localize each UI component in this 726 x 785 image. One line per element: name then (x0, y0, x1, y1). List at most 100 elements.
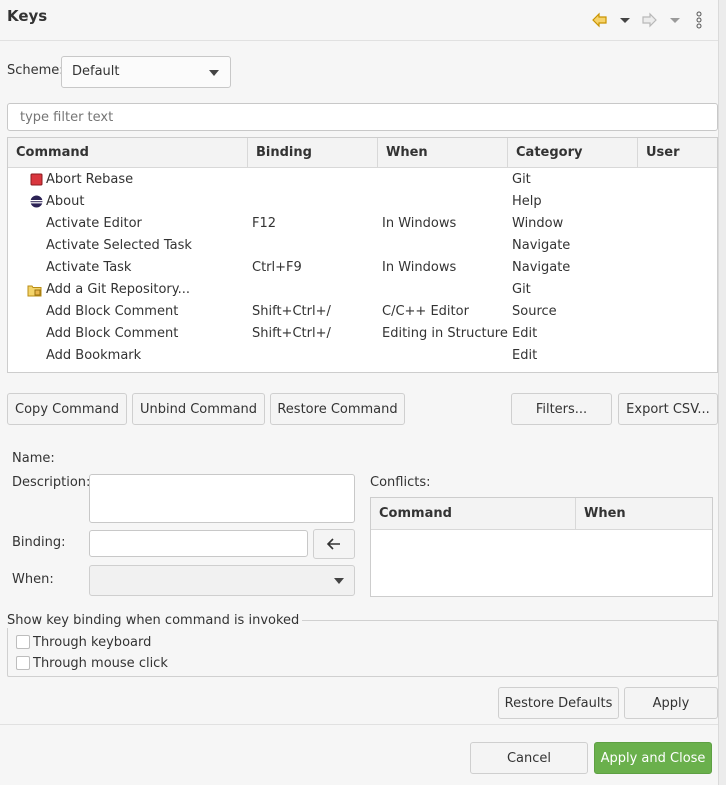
conflicts-table[interactable]: Command When (370, 497, 713, 597)
through-mouse-label[interactable]: Through mouse click (33, 656, 168, 671)
column-header-user[interactable]: User (638, 138, 717, 168)
apply-and-close-button[interactable]: Apply and Close (594, 742, 712, 774)
scheme-value: Default (72, 64, 120, 79)
view-menu-icon[interactable] (694, 11, 704, 29)
cell-binding (252, 235, 376, 257)
cell-command: Add a Git Repository... (46, 282, 190, 297)
footer-divider (0, 724, 726, 725)
table-row[interactable]: Activate Editor F12 In Windows Window (8, 213, 717, 235)
cell-when (382, 169, 508, 191)
conflicts-column-when[interactable]: When (576, 498, 712, 530)
git-stop-icon (30, 173, 43, 186)
restore-command-label: Restore Command (277, 401, 398, 417)
apply-and-close-label: Apply and Close (600, 750, 706, 766)
cell-when: C/C++ Editor (382, 304, 469, 319)
copy-command-label: Copy Command (15, 401, 119, 417)
through-keyboard-label[interactable]: Through keyboard (33, 635, 151, 650)
cell-when (382, 345, 508, 367)
chevron-down-icon (334, 578, 344, 584)
apply-label: Apply (652, 695, 690, 711)
binding-label: Binding: (12, 535, 66, 550)
table-header: Command Binding When Category User (8, 138, 717, 168)
column-header-when[interactable]: When (378, 138, 508, 168)
back-arrow-icon[interactable] (591, 11, 609, 29)
name-label: Name: (12, 451, 55, 466)
cell-binding: Ctrl+F9 (252, 260, 302, 275)
cell-binding: Shift+Ctrl+/ (252, 326, 331, 341)
restore-command-button[interactable]: Restore Command (270, 393, 405, 425)
cell-when (382, 191, 508, 213)
table-row[interactable]: About Help (8, 191, 717, 213)
commands-table[interactable]: Command Binding When Category User Abort… (7, 137, 718, 373)
table-row[interactable]: Activate Task Ctrl+F9 In Windows Navigate (8, 257, 717, 279)
cancel-button[interactable]: Cancel (470, 742, 588, 774)
cell-command: Add Block Comment (46, 326, 179, 341)
cell-when: In Windows (382, 260, 457, 275)
conflicts-label: Conflicts: (370, 475, 431, 490)
cell-when: Editing in Structured (382, 326, 508, 341)
through-mouse-checkbox[interactable] (16, 656, 30, 670)
cell-command: Activate Editor (46, 216, 142, 231)
cell-category: Help (512, 194, 542, 209)
unbind-command-label: Unbind Command (139, 401, 258, 417)
cell-command: About (46, 194, 85, 209)
cell-category: Git (512, 282, 531, 297)
column-header-binding[interactable]: Binding (248, 138, 378, 168)
copy-command-button[interactable]: Copy Command (7, 393, 127, 425)
cell-when (382, 235, 508, 257)
cell-binding: F12 (252, 216, 277, 231)
unbind-command-button[interactable]: Unbind Command (132, 393, 265, 425)
filters-button[interactable]: Filters... (511, 393, 612, 425)
cell-binding (252, 345, 376, 367)
cell-binding (252, 169, 376, 191)
arrow-left-icon (326, 538, 340, 550)
page-title: Keys (7, 7, 48, 25)
restore-defaults-label: Restore Defaults (504, 695, 613, 711)
cell-binding: Shift+Ctrl+/ (252, 304, 331, 319)
cell-binding (252, 191, 376, 213)
cell-category: Edit (512, 348, 538, 363)
binding-input[interactable] (89, 530, 308, 557)
column-header-category[interactable]: Category (508, 138, 638, 168)
cancel-label: Cancel (506, 750, 552, 766)
export-csv-label: Export CSV... (626, 401, 710, 417)
cell-category: Edit (512, 326, 538, 341)
scheme-select[interactable]: Default (61, 56, 231, 88)
when-label: When: (12, 572, 54, 587)
filter-input[interactable] (7, 103, 718, 131)
cell-command: Add Bookmark (46, 348, 142, 363)
cell-command: Abort Rebase (46, 172, 134, 187)
cell-category: Window (512, 216, 564, 231)
table-row[interactable]: Add Bookmark Edit (8, 345, 717, 367)
header-divider (0, 40, 726, 41)
table-row[interactable]: Add Block Comment Shift+Ctrl+/ Editing in … (8, 323, 717, 345)
table-row[interactable]: Activate Selected Task Navigate (8, 235, 717, 257)
restore-defaults-button[interactable]: Restore Defaults (498, 687, 619, 719)
table-row[interactable]: Abort Rebase Git (8, 169, 717, 191)
chevron-down-icon (209, 70, 219, 76)
cell-category: Source (512, 304, 557, 319)
description-field[interactable] (89, 474, 355, 523)
window-edge (718, 0, 726, 785)
cell-when (382, 279, 508, 301)
scheme-label: Scheme: (7, 63, 64, 78)
when-select[interactable] (89, 565, 355, 596)
cell-when: In Windows (382, 216, 457, 231)
cell-category: Git (512, 172, 531, 187)
column-header-command[interactable]: Command (8, 138, 248, 168)
table-row[interactable]: Add a Git Repository... Git (8, 279, 717, 301)
apply-button[interactable]: Apply (624, 687, 718, 719)
export-csv-button[interactable]: Export CSV... (618, 393, 718, 425)
cell-binding (252, 279, 376, 301)
back-menu-chevron-icon[interactable] (619, 14, 631, 26)
through-keyboard-checkbox[interactable] (16, 635, 30, 649)
cell-category: Navigate (512, 238, 571, 253)
binding-insert-button[interactable] (313, 529, 355, 559)
eclipse-icon (30, 195, 43, 208)
cell-command: Add Block Comment (46, 304, 179, 319)
forward-arrow-icon[interactable] (640, 11, 658, 29)
conflicts-column-command[interactable]: Command (371, 498, 576, 530)
forward-menu-chevron-icon[interactable] (669, 14, 681, 26)
cell-command: Activate Selected Task (46, 238, 192, 253)
table-row[interactable]: Add Block Comment Shift+Ctrl+/ C/C++ Edito… (8, 301, 717, 323)
